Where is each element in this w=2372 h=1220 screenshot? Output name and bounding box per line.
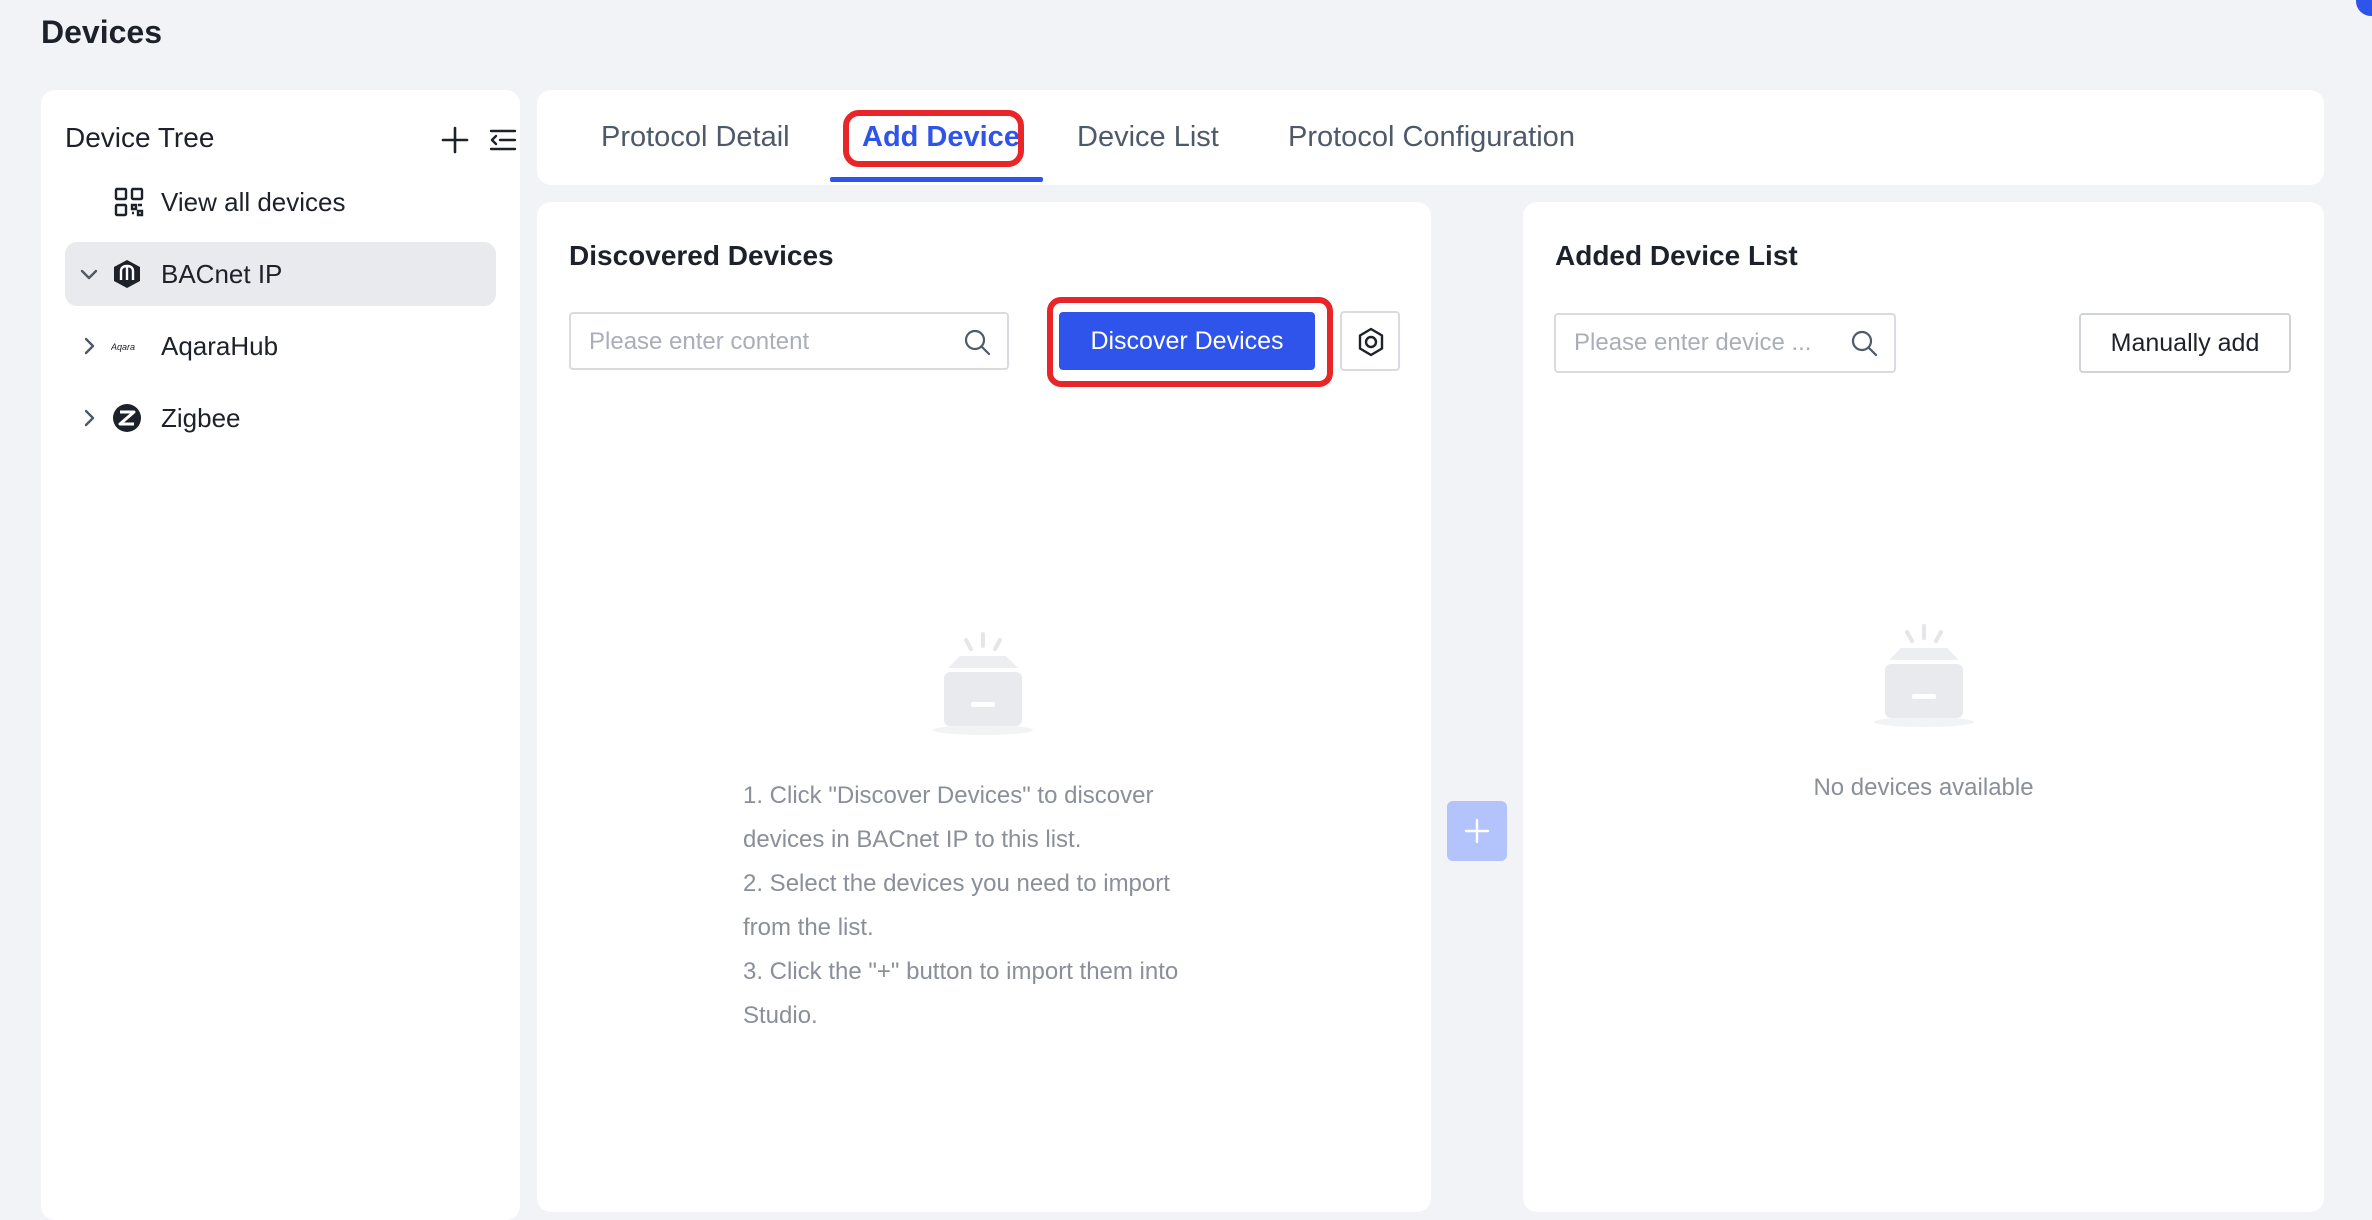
active-tab-indicator (830, 177, 1043, 182)
corner-indicator (2356, 0, 2372, 16)
plus-icon (1464, 818, 1490, 844)
instruction-line: from the list. (743, 914, 874, 941)
settings-button[interactable] (1340, 311, 1400, 371)
chevron-right-icon[interactable] (77, 334, 101, 358)
added-device-list-card: Added Device List Manually add No device… (1523, 202, 2324, 1212)
device-tree-panel: Device Tree View all devices BACnet IP A… (41, 90, 520, 1220)
tree-item-bacnet-ip[interactable]: BACnet IP (65, 242, 496, 306)
added-search-box[interactable] (1554, 313, 1896, 373)
empty-box-icon (930, 632, 1036, 741)
chevron-right-icon[interactable] (77, 406, 101, 430)
added-search-input[interactable] (1572, 315, 1846, 371)
tree-item-label: Zigbee (161, 403, 241, 433)
instruction-line: 3. Click the "+" button to import them i… (743, 958, 1179, 985)
instruction-line: Studio. (743, 1002, 818, 1029)
discovered-devices-card: Discovered Devices Discover Devices 1. C… (537, 202, 1431, 1212)
add-icon[interactable] (439, 124, 471, 156)
tab-protocol-detail[interactable]: Protocol Detail (601, 90, 790, 185)
manually-add-button[interactable]: Manually add (2079, 313, 2291, 373)
collapse-list-icon[interactable] (487, 124, 519, 156)
device-tree-title: Device Tree (65, 122, 215, 153)
instruction-line: 1. Click "Discover Devices" to discover (743, 782, 1154, 809)
instruction-line: 2. Select the devices you need to import (743, 870, 1170, 897)
chevron-down-icon[interactable] (77, 262, 101, 286)
aqara-logo-text: Aqara (111, 342, 135, 352)
tree-item-aqarahub[interactable]: Aqara AqaraHub (65, 314, 496, 378)
search-icon[interactable] (1850, 329, 1878, 357)
discovered-devices-title: Discovered Devices (569, 240, 834, 271)
no-devices-text: No devices available (1813, 774, 2034, 801)
view-all-devices-item[interactable]: View all devices (65, 170, 496, 234)
discovered-search-input[interactable] (587, 314, 951, 370)
highlight-box-discover-button (1047, 297, 1333, 387)
aqara-logo-icon: Aqara (110, 330, 143, 362)
discovered-search-box[interactable] (569, 312, 1009, 370)
device-tree-header: Device Tree (65, 110, 517, 170)
search-icon[interactable] (963, 328, 991, 356)
tab-protocol-configuration[interactable]: Protocol Configuration (1288, 90, 1575, 185)
tabs-bar: Protocol Detail Add Device Device List P… (537, 90, 2324, 185)
grid-icon (113, 186, 145, 218)
empty-box-icon (1871, 624, 1977, 733)
page-title: Devices (41, 14, 162, 50)
bacnet-icon (111, 258, 143, 290)
zigbee-icon (111, 402, 143, 434)
highlight-box-add-device-tab (843, 110, 1024, 167)
added-device-list-title: Added Device List (1555, 240, 1798, 271)
tree-item-label: AqaraHub (161, 331, 279, 361)
settings-icon (1358, 327, 1384, 357)
tree-item-label: BACnet IP (161, 259, 283, 289)
discover-instructions: 1. Click "Discover Devices" to discover … (743, 774, 1263, 1038)
view-all-devices-label: View all devices (161, 187, 346, 217)
instruction-line: devices in BACnet IP to this list. (743, 826, 1082, 853)
tree-item-zigbee[interactable]: Zigbee (65, 386, 496, 450)
import-devices-button[interactable] (1447, 801, 1507, 861)
tab-device-list[interactable]: Device List (1077, 90, 1219, 185)
